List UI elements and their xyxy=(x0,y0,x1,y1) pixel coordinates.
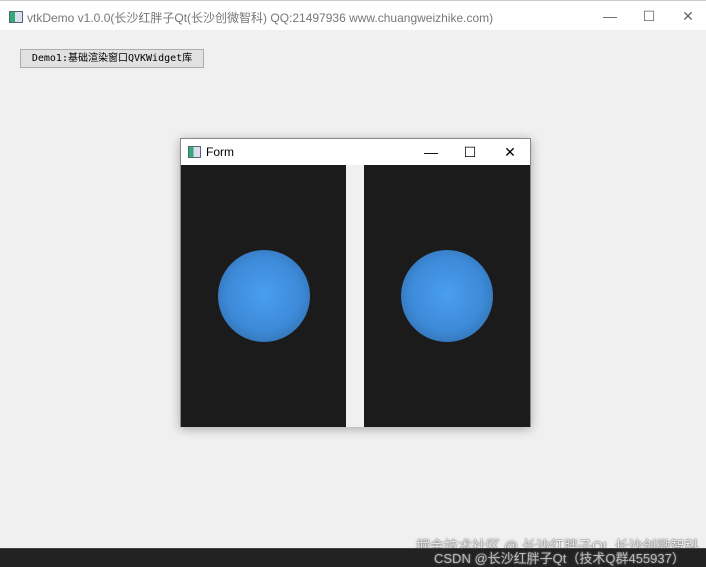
form-minimize-button[interactable]: — xyxy=(413,141,449,163)
sphere-actor xyxy=(401,250,493,342)
form-title: Form xyxy=(206,145,234,159)
demo1-button[interactable]: Demo1:基础渲染窗口QVKWidget库 xyxy=(20,49,204,68)
vtk-render-view-right[interactable] xyxy=(364,165,530,427)
form-icon xyxy=(188,146,201,158)
form-window: Form — ☐ ✕ xyxy=(180,138,531,427)
minimize-button[interactable]: — xyxy=(590,5,630,27)
window-title: vtkDemo v1.0.0(长沙红胖子Qt(长沙创微智科) QQ:214979… xyxy=(27,11,494,25)
form-close-button[interactable]: ✕ xyxy=(492,141,528,163)
sphere-actor xyxy=(218,250,310,342)
close-button[interactable]: ✕ xyxy=(668,5,706,27)
splitter-handle[interactable] xyxy=(346,165,364,427)
vtk-render-view-left[interactable] xyxy=(181,165,346,427)
app-icon xyxy=(9,11,23,23)
form-title-bar: Form — ☐ ✕ xyxy=(181,139,530,165)
watermark-csdn: CSDN @长沙红胖子Qt（技术Q群455937） xyxy=(434,551,685,566)
maximize-button[interactable]: ☐ xyxy=(629,5,669,27)
main-title-bar: vtkDemo v1.0.0(长沙红胖子Qt(长沙创微智科) QQ:214979… xyxy=(0,0,706,30)
form-maximize-button[interactable]: ☐ xyxy=(452,141,488,163)
